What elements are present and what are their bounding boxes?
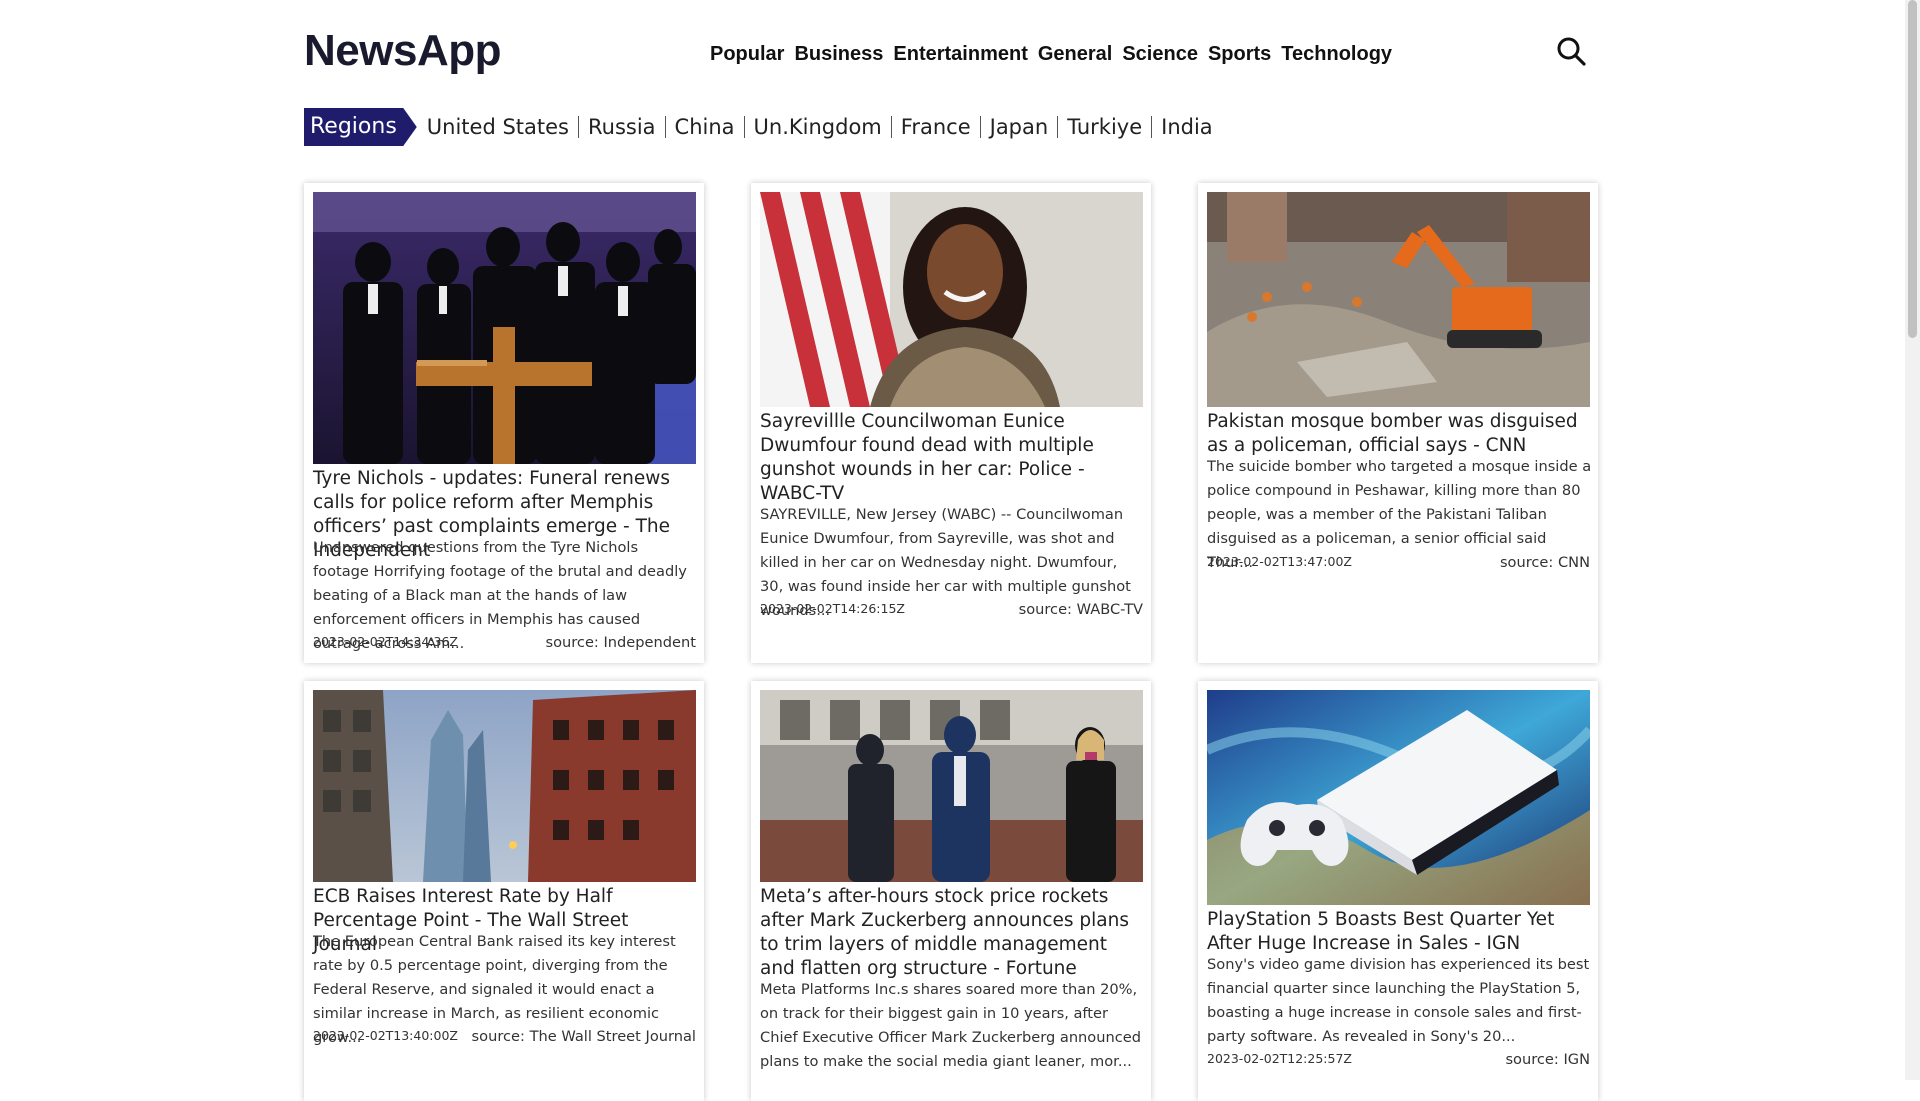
nav-item-entertainment[interactable]: Entertainment — [893, 43, 1027, 66]
divider — [979, 116, 981, 138]
article-source: source: IGN — [1505, 1051, 1590, 1068]
article-card[interactable]: Tyre Nichols - updates: Funeral renews c… — [304, 183, 704, 663]
nav-item-science[interactable]: Science — [1122, 43, 1198, 66]
article-date: 2023-02-02T14:26:15Z — [760, 601, 905, 616]
regions-bar: Regions United States Russia China Un.Ki… — [304, 108, 1213, 146]
article-card[interactable]: Meta’s after-hours stock price rockets a… — [751, 681, 1151, 1101]
article-title[interactable]: Sayrevillle Councilwoman Eunice Dwumfour… — [760, 410, 1145, 506]
nav-item-popular[interactable]: Popular — [710, 43, 784, 66]
category-nav: Popular Business Entertainment General S… — [710, 43, 1392, 66]
brand-logo[interactable]: NewsApp — [304, 26, 501, 76]
article-image[interactable] — [313, 690, 696, 882]
vertical-scrollbar[interactable] — [1905, 0, 1920, 1080]
article-image[interactable] — [1207, 690, 1590, 905]
article-card[interactable]: Sayrevillle Councilwoman Eunice Dwumfour… — [751, 183, 1151, 663]
article-date: 2023-02-02T13:40:00Z — [313, 1028, 458, 1043]
article-description: Sony's video game division has experienc… — [1207, 956, 1590, 1045]
article-date: 2023-02-02T14:34:36Z — [313, 634, 458, 649]
region-turkiye[interactable]: Turkiye — [1067, 115, 1142, 139]
divider — [1151, 116, 1153, 138]
divider — [577, 116, 579, 138]
header: NewsApp Popular Business Entertainment G… — [304, 26, 1600, 86]
article-card[interactable]: ECB Raises Interest Rate by Half Percent… — [304, 681, 704, 1101]
page: NewsApp Popular Business Entertainment G… — [0, 0, 1905, 1101]
article-source: source: CNN — [1499, 554, 1590, 571]
article-card[interactable]: PlayStation 5 Boasts Best Quarter Yet Af… — [1198, 681, 1598, 1101]
article-title[interactable]: Meta’s after-hours stock price rockets a… — [760, 885, 1145, 981]
divider — [664, 116, 666, 138]
article-date: 2023-02-02T13:47:00Z — [1207, 554, 1352, 569]
divider — [1057, 116, 1059, 138]
article-image[interactable] — [760, 192, 1143, 407]
nav-item-general[interactable]: General — [1038, 43, 1112, 66]
article-image[interactable] — [1207, 192, 1590, 407]
region-india[interactable]: India — [1161, 115, 1213, 139]
nav-item-sports[interactable]: Sports — [1208, 43, 1271, 66]
region-united-kingdom[interactable]: Un.Kingdom — [754, 115, 882, 139]
article-date: 2023-02-02T12:25:57Z — [1207, 1051, 1352, 1066]
regions-label: Regions — [304, 108, 417, 146]
nav-item-business[interactable]: Business — [794, 43, 883, 66]
region-france[interactable]: France — [901, 115, 971, 139]
region-japan[interactable]: Japan — [990, 115, 1049, 139]
region-united-states[interactable]: United States — [427, 115, 569, 139]
divider — [890, 116, 892, 138]
region-russia[interactable]: Russia — [588, 115, 656, 139]
article-card[interactable]: Pakistan mosque bomber was disguised as … — [1198, 183, 1598, 663]
article-title[interactable]: PlayStation 5 Boasts Best Quarter Yet Af… — [1207, 908, 1592, 956]
article-source: source: The Wall Street Journal — [471, 1028, 696, 1045]
divider — [743, 116, 745, 138]
article-title[interactable]: Pakistan mosque bomber was disguised as … — [1207, 410, 1592, 458]
nav-item-technology[interactable]: Technology — [1281, 43, 1392, 66]
article-description: Meta Platforms Inc.s shares soared more … — [760, 981, 1142, 1070]
article-image[interactable] — [313, 192, 696, 464]
search-icon[interactable] — [1556, 36, 1586, 66]
article-source: source: Independent — [545, 634, 696, 651]
region-china[interactable]: China — [675, 115, 735, 139]
article-image[interactable] — [760, 690, 1143, 882]
article-source: source: WABC-TV — [1018, 601, 1143, 618]
scrollbar-thumb[interactable] — [1908, 0, 1917, 338]
